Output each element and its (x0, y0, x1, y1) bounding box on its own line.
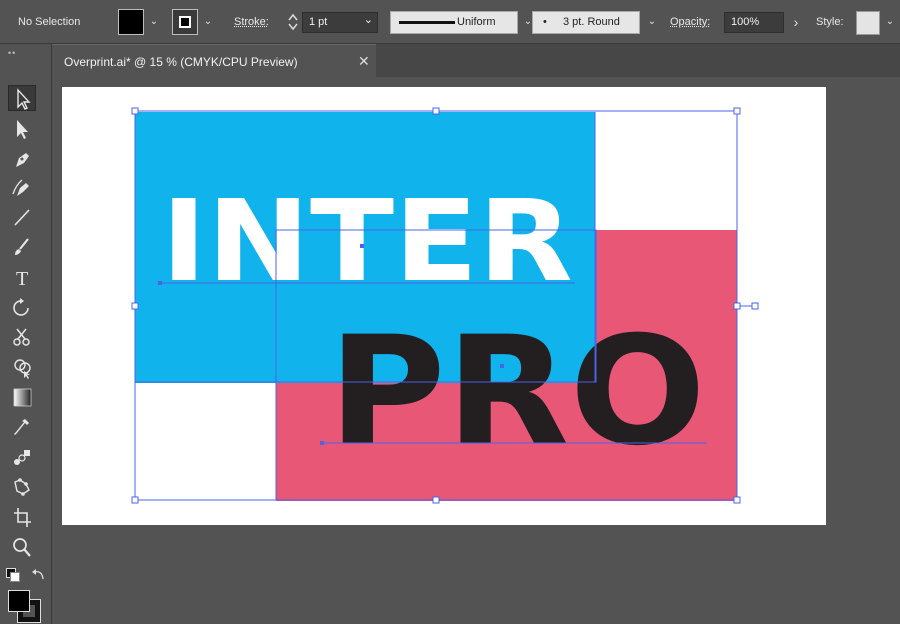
fill-swatch[interactable] (118, 9, 144, 35)
tools-panel: •• T (0, 44, 52, 624)
eyedropper-icon (14, 419, 29, 435)
arrow-solid-icon (17, 120, 28, 139)
eyedropper-tool-button[interactable] (8, 414, 36, 440)
type-tool-button[interactable]: T (8, 264, 36, 290)
arrow-outline-icon (17, 88, 31, 110)
scissors-tool-button[interactable] (8, 324, 36, 350)
type-glyph: T (16, 268, 28, 290)
stroke-weight-input[interactable]: 1 pt ⌄ (302, 12, 378, 33)
puppet-warp-tool-button[interactable] (8, 474, 36, 500)
document-tab-title: Overprint.ai* @ 15 % (CMYK/CPU Preview) (64, 55, 298, 69)
zoom-tool-button[interactable] (8, 534, 36, 560)
brush-dot-icon: • (543, 16, 547, 28)
shape-builder-tool-button[interactable] (8, 354, 36, 380)
rotate-tool-button[interactable] (8, 294, 36, 320)
gradient-tool-button[interactable] (8, 384, 36, 410)
paintbrush-tool-button[interactable] (8, 234, 36, 260)
magnifier-icon (13, 538, 31, 557)
stroke-swatch-icon (179, 16, 191, 28)
blend-icon (14, 450, 30, 465)
brush-definition-select[interactable]: • 3 pt. Round (532, 11, 640, 34)
scissors-icon (13, 328, 30, 346)
opacity-label[interactable]: Opacity: (670, 16, 710, 28)
fill-color-swatch[interactable] (8, 590, 30, 612)
stroke-weight-stepper-icon[interactable] (286, 11, 300, 33)
stroke-weight-value: 1 pt (309, 16, 328, 28)
opacity-arrow-icon[interactable]: › (788, 11, 804, 33)
pen-tool-button[interactable] (8, 146, 36, 172)
gradient-icon (13, 388, 32, 407)
selection-status: No Selection (18, 16, 81, 28)
stroke-swatch[interactable] (172, 9, 198, 35)
puppet-warp-icon (14, 478, 30, 496)
brush-label: 3 pt. Round (563, 16, 620, 28)
stroke-dropdown-chevron-icon[interactable]: ⌄ (200, 11, 216, 33)
line-icon (14, 209, 30, 226)
type-icon: T (16, 268, 28, 290)
curvature-pen-icon (12, 179, 29, 196)
inter-text[interactable]: INTER (161, 177, 573, 307)
artboard-tool-button[interactable] (8, 504, 36, 530)
control-bar: No Selection ⌄ ⌄ Stroke: 1 pt ⌄ Uniform … (0, 0, 900, 44)
line-segment-tool-button[interactable] (8, 204, 36, 230)
artboard[interactable]: INTER PRO (62, 87, 826, 525)
stroke-weight-chevron-icon[interactable]: ⌄ (364, 11, 373, 30)
stroke-label[interactable]: Stroke: (234, 16, 269, 28)
style-dropdown-chevron-icon[interactable]: ⌄ (882, 11, 898, 33)
direct-selection-tool-button[interactable] (8, 116, 36, 142)
style-label: Style: (816, 16, 844, 28)
fill-dropdown-chevron-icon[interactable]: ⌄ (146, 11, 162, 33)
close-tab-icon[interactable]: ✕ (358, 53, 370, 70)
blend-tool-button[interactable] (8, 444, 36, 470)
artwork-canvas[interactable]: INTER PRO (62, 87, 826, 525)
document-tab-bar: Overprint.ai* @ 15 % (CMYK/CPU Preview) … (52, 44, 900, 77)
selection-tool-button[interactable] (8, 85, 36, 111)
brush-dropdown-chevron-icon[interactable]: ⌄ (644, 11, 660, 33)
artboard-icon (14, 508, 31, 527)
graphic-style-swatch[interactable] (856, 11, 880, 35)
pen-icon (16, 153, 29, 167)
shape-builder-icon (14, 359, 31, 379)
variable-width-profile-select[interactable]: Uniform (390, 11, 518, 34)
profile-label: Uniform (457, 16, 496, 28)
pro-text[interactable]: PRO (328, 305, 706, 479)
panel-grip-icon[interactable]: •• (8, 48, 16, 58)
default-fill-stroke-icon[interactable] (6, 568, 20, 582)
opacity-value: 100% (731, 16, 760, 28)
brush-icon (15, 238, 29, 255)
rotate-icon (13, 298, 29, 316)
document-tab[interactable]: Overprint.ai* @ 15 % (CMYK/CPU Preview) … (52, 44, 376, 77)
curvature-tool-button[interactable] (8, 175, 36, 201)
opacity-input[interactable]: 100% (724, 12, 784, 33)
uniform-stroke-line-icon (399, 21, 455, 24)
swap-fill-stroke-icon[interactable] (32, 568, 46, 582)
